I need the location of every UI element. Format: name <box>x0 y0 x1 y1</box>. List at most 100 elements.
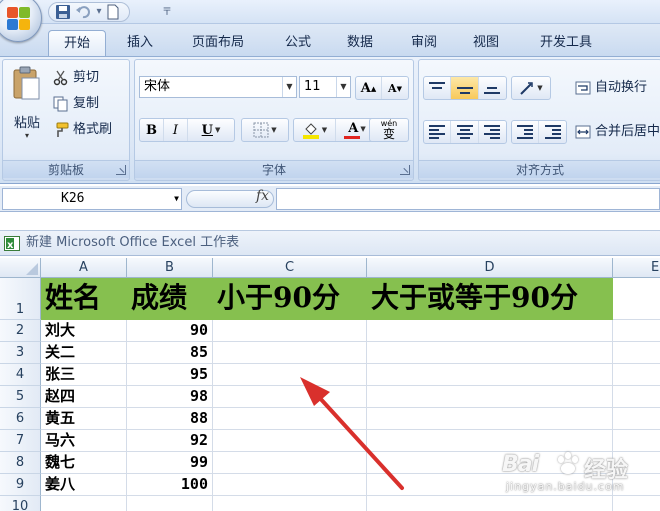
insert-function-icon[interactable]: fx <box>256 188 269 204</box>
wrap-text-button[interactable]: 自动换行 <box>575 78 647 98</box>
header-cell-name[interactable]: 姓名 <box>41 278 127 320</box>
fill-color-dropdown-icon[interactable]: ▼ <box>322 126 327 134</box>
font-launcher-icon[interactable] <box>400 165 410 175</box>
row-header[interactable]: 7 <box>0 430 41 452</box>
cell[interactable] <box>213 342 367 364</box>
cell[interactable] <box>213 474 367 496</box>
cell[interactable] <box>213 364 367 386</box>
cell[interactable] <box>613 278 660 320</box>
score-cell[interactable]: 95 <box>127 364 213 386</box>
score-cell[interactable]: 99 <box>127 452 213 474</box>
paste-button[interactable]: 粘贴 ▾ <box>7 66 47 146</box>
cell[interactable] <box>213 430 367 452</box>
tab-developer[interactable]: 开发工具 <box>524 30 608 56</box>
header-cell-score[interactable]: 成绩 <box>127 278 213 320</box>
cell[interactable] <box>367 364 613 386</box>
font-name-select[interactable]: 宋体 ▼ <box>139 76 297 98</box>
shrink-font-button[interactable]: A ▼ <box>382 77 408 99</box>
name-cell[interactable]: 张三 <box>41 364 127 386</box>
name-cell[interactable]: 赵四 <box>41 386 127 408</box>
increase-indent-button[interactable] <box>539 121 566 143</box>
row-header[interactable]: 10 <box>0 496 41 511</box>
font-name-dropdown-icon[interactable]: ▼ <box>282 77 296 97</box>
row-header[interactable]: 4 <box>0 364 41 386</box>
orientation-dropdown-icon[interactable]: ▼ <box>537 84 542 92</box>
font-size-select[interactable]: 11 ▼ <box>299 76 351 98</box>
name-box[interactable]: K26 ▼ <box>2 188 182 210</box>
save-icon[interactable] <box>55 4 73 20</box>
score-cell[interactable]: 85 <box>127 342 213 364</box>
underline-dropdown-icon[interactable]: ▼ <box>215 126 220 134</box>
new-document-icon[interactable] <box>105 4 123 20</box>
bottom-align-button[interactable] <box>479 77 506 99</box>
font-color-dropdown-icon[interactable]: ▼ <box>360 125 365 133</box>
column-header-d[interactable]: D <box>367 258 613 278</box>
grow-font-button[interactable]: A ▲ <box>356 77 382 99</box>
undo-icon[interactable] <box>75 4 93 20</box>
cell[interactable] <box>367 342 613 364</box>
borders-button[interactable]: ▼ <box>242 119 288 141</box>
borders-dropdown-icon[interactable]: ▼ <box>271 126 276 134</box>
column-header-b[interactable]: B <box>127 258 213 278</box>
header-cell-under-90[interactable]: 小于90分 <box>213 278 367 320</box>
copy-button[interactable]: 复制 <box>53 94 99 114</box>
tab-view[interactable]: 视图 <box>460 30 512 56</box>
name-cell[interactable]: 姜八 <box>41 474 127 496</box>
fill-color-button[interactable]: ▼ <box>294 119 336 141</box>
cell[interactable] <box>613 342 660 364</box>
row-header[interactable]: 8 <box>0 452 41 474</box>
cell[interactable] <box>367 320 613 342</box>
cell[interactable] <box>367 386 613 408</box>
orientation-button[interactable]: ▼ <box>512 77 550 99</box>
select-all-corner[interactable] <box>0 258 41 278</box>
underline-button[interactable]: U ▼ <box>188 119 234 141</box>
row-header[interactable]: 3 <box>0 342 41 364</box>
header-cell-90-or-above[interactable]: 大于或等于90分 <box>367 278 613 320</box>
score-cell[interactable]: 88 <box>127 408 213 430</box>
tab-data[interactable]: 数据 <box>334 30 386 56</box>
cell[interactable] <box>613 408 660 430</box>
score-cell[interactable]: 92 <box>127 430 213 452</box>
column-header-e[interactable]: E <box>613 258 660 278</box>
name-cell[interactable]: 黄五 <box>41 408 127 430</box>
cell[interactable] <box>613 364 660 386</box>
name-cell[interactable]: 关二 <box>41 342 127 364</box>
font-size-dropdown-icon[interactable]: ▼ <box>336 77 350 97</box>
cell[interactable] <box>367 496 613 511</box>
cell[interactable] <box>41 496 127 511</box>
score-cell[interactable]: 90 <box>127 320 213 342</box>
row-header[interactable]: 6 <box>0 408 41 430</box>
row-header[interactable]: 5 <box>0 386 41 408</box>
cell[interactable] <box>127 496 213 511</box>
middle-align-button[interactable] <box>451 77 479 99</box>
tab-page-layout[interactable]: 页面布局 <box>180 30 256 56</box>
merge-center-button[interactable]: 合并后居中 <box>575 122 660 142</box>
cell[interactable] <box>213 408 367 430</box>
name-cell[interactable]: 马六 <box>41 430 127 452</box>
align-right-button[interactable] <box>479 121 506 143</box>
tab-home[interactable]: 开始 <box>48 30 106 56</box>
decrease-indent-button[interactable] <box>512 121 540 143</box>
name-cell[interactable]: 刘大 <box>41 320 127 342</box>
tab-insert[interactable]: 插入 <box>114 30 166 56</box>
cell[interactable] <box>367 408 613 430</box>
tab-formulas[interactable]: 公式 <box>272 30 324 56</box>
cell[interactable] <box>613 386 660 408</box>
cell[interactable] <box>613 496 660 511</box>
formula-input[interactable] <box>276 188 660 210</box>
cut-button[interactable]: 剪切 <box>53 68 99 88</box>
phonetic-guide-button[interactable]: wén 变 <box>370 119 408 141</box>
top-align-button[interactable] <box>424 77 452 99</box>
cell[interactable] <box>213 496 367 511</box>
cell[interactable] <box>213 320 367 342</box>
cell[interactable] <box>613 320 660 342</box>
italic-button[interactable]: I <box>164 119 188 141</box>
bold-button[interactable]: B <box>140 119 164 141</box>
paste-dropdown-icon[interactable]: ▾ <box>7 131 47 140</box>
row-header[interactable]: 1 <box>0 278 41 320</box>
row-header[interactable]: 9 <box>0 474 41 496</box>
align-left-button[interactable] <box>424 121 452 143</box>
column-header-a[interactable]: A <box>41 258 127 278</box>
tab-review[interactable]: 审阅 <box>398 30 450 56</box>
undo-dropdown-icon[interactable]: ▾ <box>95 4 103 20</box>
